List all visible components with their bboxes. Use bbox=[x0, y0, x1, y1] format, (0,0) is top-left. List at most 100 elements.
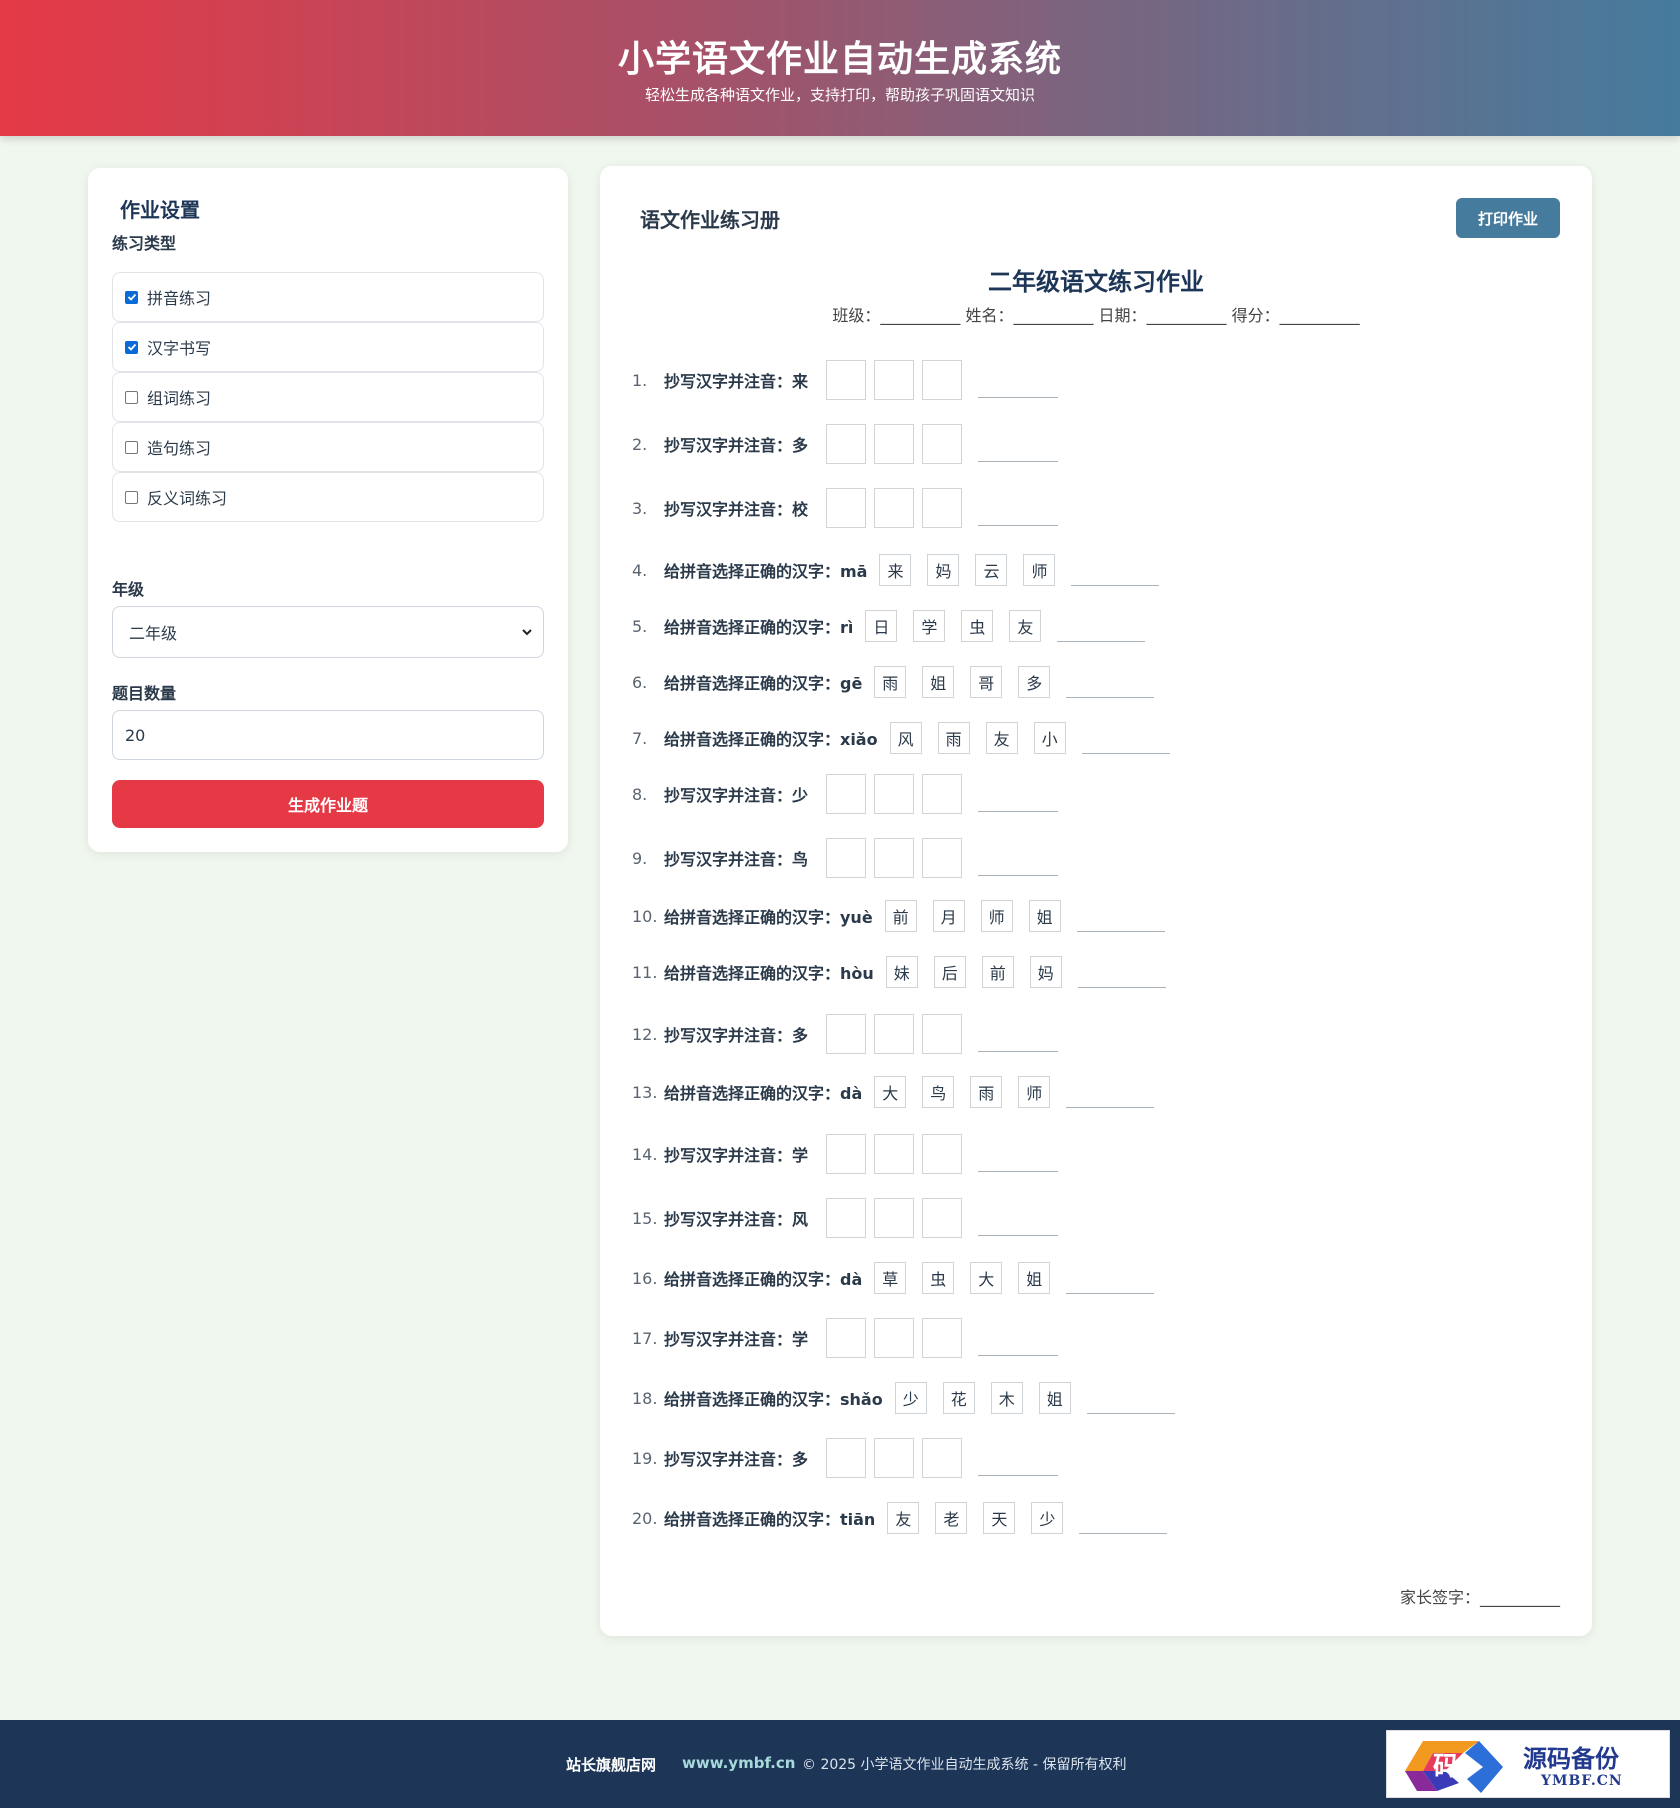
footer-store-link[interactable]: 站长旗舰店网 bbox=[566, 1754, 656, 1775]
writing-box bbox=[922, 1014, 963, 1054]
count-input[interactable]: 20 bbox=[112, 710, 544, 760]
question-text: 抄写汉字并注音：校 bbox=[664, 500, 809, 519]
choice-option: 风 bbox=[889, 722, 922, 754]
writing-boxes bbox=[826, 360, 970, 400]
pinyin-answer-line bbox=[978, 811, 1059, 812]
question-row: 1. 抄写汉字并注音：来 bbox=[632, 358, 1059, 402]
writing-box bbox=[874, 1198, 915, 1238]
writing-box bbox=[922, 360, 963, 400]
type-option[interactable]: 反义词练习 bbox=[112, 472, 544, 522]
choice-option: 花 bbox=[942, 1382, 975, 1414]
question-row: 16. 给拼音选择正确的汉字：dà 草虫大姐 bbox=[632, 1256, 1155, 1300]
choice-option: 云 bbox=[975, 554, 1008, 586]
choice-option: 雨 bbox=[937, 722, 970, 754]
type-option-label: 汉字书写 bbox=[147, 339, 212, 358]
choice-option: 妈 bbox=[927, 554, 960, 586]
question-row: 13. 给拼音选择正确的汉字：dà 大鸟雨师 bbox=[632, 1070, 1155, 1114]
question-row: 11. 给拼音选择正确的汉字：hòu 妹后前妈 bbox=[632, 950, 1166, 994]
logo-name: 源码备份 bbox=[1523, 1744, 1619, 1773]
choice-option: 师 bbox=[1018, 1076, 1051, 1108]
question-text: 给拼音选择正确的汉字：mā bbox=[664, 562, 868, 581]
choice-answer-line bbox=[1076, 931, 1165, 932]
settings-panel: 作业设置 练习类型 拼音练习 汉字书写 组词练习 造句练习 反义词练习 年级 二年级 题… bbox=[88, 168, 568, 852]
footer-copyright: © 2025 小学语文作业自动生成系统 - 保留所有权利 bbox=[802, 1757, 1127, 1773]
choice-option: 姐 bbox=[1018, 1262, 1051, 1294]
writing-box bbox=[826, 1318, 867, 1358]
writing-box bbox=[922, 1438, 963, 1478]
question-text: 给拼音选择正确的汉字：gē bbox=[664, 674, 863, 693]
choice-option: 雨 bbox=[970, 1076, 1003, 1108]
checkbox-unchecked-icon[interactable] bbox=[125, 490, 138, 504]
writing-box bbox=[826, 838, 867, 878]
choice-answer-line bbox=[1081, 753, 1170, 754]
choice-options: 妹后前妈 bbox=[885, 956, 1166, 988]
choice-option: 大 bbox=[874, 1076, 907, 1108]
question-text: 抄写汉字并注音：来 bbox=[664, 372, 809, 391]
writing-box bbox=[874, 838, 915, 878]
choice-option: 师 bbox=[980, 900, 1013, 932]
site-logo[interactable]: 码 源码备份 YMBF.CN bbox=[1386, 1730, 1670, 1798]
question-number: 12. bbox=[632, 1024, 658, 1044]
choice-options: 雨姐哥多 bbox=[874, 666, 1155, 698]
count-value: 20 bbox=[125, 725, 146, 745]
type-option[interactable]: 汉字书写 bbox=[112, 322, 544, 372]
question-text: 抄写汉字并注音：少 bbox=[664, 786, 809, 805]
choice-options: 草虫大姐 bbox=[874, 1262, 1155, 1294]
pinyin-answer-line bbox=[978, 1235, 1059, 1236]
choice-options: 前月师姐 bbox=[884, 900, 1165, 932]
question-text: 给拼音选择正确的汉字：hòu bbox=[664, 964, 874, 983]
print-button[interactable]: 打印作业 bbox=[1456, 198, 1560, 238]
choice-option: 雨 bbox=[874, 666, 907, 698]
choice-options: 日学虫友 bbox=[865, 610, 1146, 642]
question-number: 1. bbox=[632, 370, 648, 390]
homework-title: 二年级语文练习作业 bbox=[988, 268, 1204, 296]
choice-option: 多 bbox=[1018, 666, 1051, 698]
type-option[interactable]: 组词练习 bbox=[112, 372, 544, 422]
question-text: 给拼音选择正确的汉字：yuè bbox=[664, 908, 873, 927]
choice-option: 少 bbox=[1031, 1502, 1064, 1534]
choice-option: 小 bbox=[1033, 722, 1066, 754]
grade-select[interactable]: 二年级 bbox=[112, 606, 544, 658]
choice-answer-line bbox=[1066, 697, 1155, 698]
question-text: 抄写汉字并注音：学 bbox=[664, 1146, 809, 1165]
question-text: 给拼音选择正确的汉字：rì bbox=[664, 618, 854, 637]
question-number: 13. bbox=[632, 1082, 658, 1102]
question-number: 3. bbox=[632, 498, 648, 518]
footer-url-link[interactable]: www.ymbf.cn bbox=[682, 1754, 795, 1772]
question-number: 17. bbox=[632, 1328, 658, 1348]
chevron-down-icon bbox=[522, 629, 532, 636]
choice-option: 少 bbox=[894, 1382, 927, 1414]
choice-option: 友 bbox=[1009, 610, 1042, 642]
writing-box bbox=[826, 424, 867, 464]
generate-button[interactable]: 生成作业题 bbox=[112, 780, 544, 828]
grade-label: 年级 bbox=[112, 580, 145, 599]
writing-box bbox=[922, 838, 963, 878]
question-row: 8. 抄写汉字并注音：少 bbox=[632, 772, 1059, 816]
question-number: 8. bbox=[632, 784, 648, 804]
type-option[interactable]: 造句练习 bbox=[112, 422, 544, 472]
worksheet-title: 语文作业练习册 bbox=[640, 208, 780, 232]
question-row: 20. 给拼音选择正确的汉字：tiān 友老天少 bbox=[632, 1496, 1168, 1540]
checkbox-unchecked-icon[interactable] bbox=[125, 440, 138, 454]
type-option-label: 拼音练习 bbox=[147, 289, 212, 308]
type-option[interactable]: 拼音练习 bbox=[112, 272, 544, 322]
writing-boxes bbox=[826, 1438, 970, 1478]
writing-box bbox=[874, 1438, 915, 1478]
checkbox-unchecked-icon[interactable] bbox=[125, 390, 138, 404]
pinyin-answer-line bbox=[978, 1475, 1059, 1476]
question-row: 10. 给拼音选择正确的汉字：yuè 前月师姐 bbox=[632, 894, 1165, 938]
checkbox-checked-icon[interactable] bbox=[125, 340, 138, 354]
writing-boxes bbox=[826, 774, 970, 814]
writing-box bbox=[922, 488, 963, 528]
question-row: 17. 抄写汉字并注音：学 bbox=[632, 1316, 1059, 1360]
choice-option: 虫 bbox=[922, 1262, 955, 1294]
question-row: 5. 给拼音选择正确的汉字：rì 日学虫友 bbox=[632, 604, 1146, 648]
writing-boxes bbox=[826, 1318, 970, 1358]
writing-box bbox=[826, 1134, 867, 1174]
question-number: 6. bbox=[632, 672, 648, 692]
checkbox-checked-icon[interactable] bbox=[125, 290, 138, 304]
question-text: 抄写汉字并注音：多 bbox=[664, 1450, 809, 1469]
choice-answer-line bbox=[1077, 987, 1166, 988]
choice-option: 日 bbox=[865, 610, 898, 642]
choice-option: 姐 bbox=[1028, 900, 1061, 932]
